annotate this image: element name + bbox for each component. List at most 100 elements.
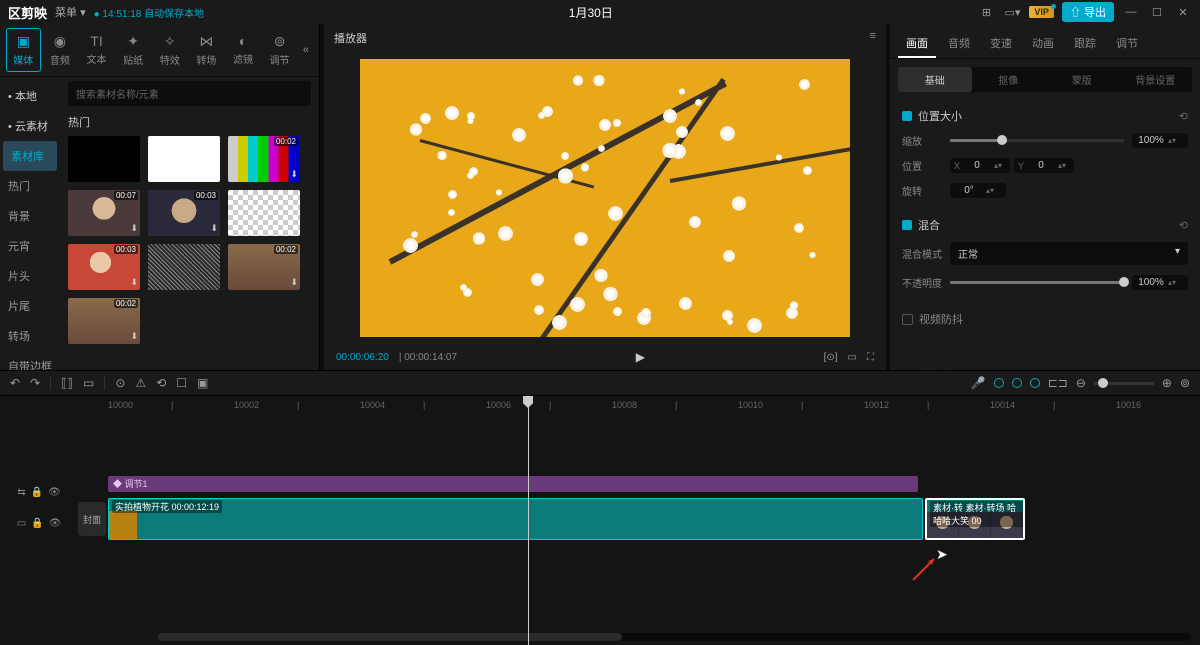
media-thumb-person5[interactable]: 00:02⬇ (68, 298, 140, 344)
scale-slider[interactable] (950, 139, 1124, 142)
media-thumb-transparent[interactable] (228, 190, 300, 236)
sidebar-item[interactable]: 元宵 (0, 231, 60, 261)
denoise-checkbox[interactable] (902, 370, 913, 371)
track-eye-icon[interactable]: 👁 (49, 518, 62, 529)
toolbar-icon[interactable]: ▭ (83, 376, 94, 390)
toolbar-icon[interactable]: ↶ (10, 376, 20, 390)
cover-button[interactable]: 封面 (78, 502, 106, 536)
sub-tab[interactable]: 抠像 (972, 67, 1046, 92)
sidebar-item[interactable]: • 云素材 (0, 111, 60, 141)
prop-tab[interactable]: 画面 (898, 30, 936, 58)
toolbar-icon[interactable]: ☐ (176, 376, 187, 390)
prop-tab[interactable]: 跟踪 (1066, 30, 1104, 58)
toolbar-icon[interactable]: ⚠ (135, 376, 146, 390)
vip-badge[interactable]: VIP (1029, 6, 1054, 18)
track-toggle-icon[interactable]: ⇆ (17, 487, 25, 498)
top-tab-transition[interactable]: ⋈转场 (189, 28, 224, 72)
export-button[interactable]: ⇧ 导出 (1062, 2, 1114, 22)
align-icon[interactable]: ⊏⊐ (1048, 376, 1068, 390)
top-tab-effect[interactable]: ✧特效 (152, 28, 187, 72)
rotation-input[interactable]: ▴▾ (950, 183, 1006, 198)
prop-tab[interactable]: 音频 (940, 30, 978, 58)
sidebar-item[interactable]: 背景 (0, 201, 60, 231)
pos-y-input[interactable]: Y▴▾ (1014, 158, 1074, 173)
playhead[interactable] (528, 396, 529, 645)
sidebar-item[interactable]: 片尾 (0, 291, 60, 321)
adjustment-clip[interactable]: ◆ 调节1 (108, 476, 918, 492)
sidebar-item[interactable]: 片头 (0, 261, 60, 291)
video-clip-main[interactable]: 实拍植物开花 00:00:12:19 (108, 498, 923, 540)
top-tab-filter[interactable]: ◐滤镜 (226, 28, 261, 72)
scale-input[interactable]: ▴▾ (1132, 133, 1188, 148)
play-button[interactable]: ▶ (636, 350, 645, 364)
stabilize-checkbox[interactable] (902, 314, 913, 325)
sidebar-item[interactable]: 转场 (0, 321, 60, 351)
media-thumb-black-clip[interactable] (68, 136, 140, 182)
toolbar-icon[interactable]: ⊙ (115, 376, 125, 390)
top-tab-adjust[interactable]: ⊚调节 (262, 28, 297, 72)
media-thumb-person4[interactable]: 00:02⬇ (228, 244, 300, 290)
collapse-icon[interactable]: « (299, 40, 313, 60)
search-input[interactable]: 搜索素材名称/元素 (68, 81, 311, 106)
minimize-icon[interactable]: — (1122, 5, 1140, 19)
track-toggle-icon[interactable]: ▭ (17, 518, 26, 529)
layout-icon[interactable]: ⊞ (977, 5, 995, 19)
preview-menu-icon[interactable]: ≡ (870, 30, 876, 46)
media-thumb-laughing[interactable]: 00:03⬇ (148, 190, 220, 236)
reset-icon[interactable]: ⟲ (1179, 110, 1188, 123)
prop-tab[interactable]: 变速 (982, 30, 1020, 58)
marker-icon[interactable] (1030, 378, 1040, 388)
sidebar-item[interactable]: 素材库 (3, 141, 57, 171)
marker-icon[interactable] (994, 378, 1004, 388)
top-tab-text[interactable]: TI文本 (79, 28, 114, 72)
reset-icon[interactable]: ⟲ (1179, 219, 1188, 232)
timeline-toolbar: ↶ ↷ ⟦⟧ ▭ ⊙ ⚠ ⟲ ☐ ▣ 🎤 ⊏⊐ ⊖ ⊕ ⊚ (0, 370, 1200, 396)
sidebar-item[interactable]: 自带边框 (0, 351, 60, 370)
display-icon[interactable]: ▭▾ (1003, 5, 1021, 19)
track-eye-icon[interactable]: 👁 (48, 487, 61, 498)
pos-x-input[interactable]: X▴▾ (950, 158, 1010, 173)
timeline-scrollbar[interactable] (158, 633, 1190, 641)
top-tab-audio[interactable]: ◉音频 (43, 28, 78, 72)
current-time: 00:00:06:20 (336, 352, 389, 363)
blend-mode-select[interactable]: 正常▾ (950, 242, 1188, 265)
annotation-arrow (910, 553, 940, 583)
preview-viewport[interactable] (360, 59, 850, 337)
toolbar-icon[interactable]: ↷ (30, 376, 40, 390)
opacity-slider[interactable] (950, 281, 1124, 284)
zoom-in-icon[interactable]: ⊕ (1162, 376, 1172, 390)
opacity-input[interactable]: ▴▾ (1132, 275, 1188, 290)
sub-tab[interactable]: 背景设置 (1119, 67, 1193, 92)
track-lock-icon[interactable]: 🔒 (31, 487, 43, 498)
toolbar-icon[interactable]: ⟦⟧ (61, 376, 73, 390)
compare-icon[interactable]: [⊙] (824, 352, 838, 363)
prop-tab[interactable]: 调节 (1108, 30, 1146, 58)
zoom-slider[interactable] (1094, 382, 1154, 385)
track-lock-icon[interactable]: 🔒 (31, 518, 43, 529)
sub-tab[interactable]: 基础 (898, 67, 972, 92)
media-thumb-white-clip[interactable] (148, 136, 220, 182)
fullscreen-icon[interactable]: ⛶ (867, 352, 874, 363)
toolbar-icon[interactable]: ⟲ (156, 376, 166, 390)
mic-icon[interactable]: 🎤 (971, 376, 986, 390)
zoom-out-icon[interactable]: ⊖ (1076, 376, 1086, 390)
toolbar-icon[interactable]: ▣ (197, 376, 208, 390)
top-tab-media[interactable]: ▣媒体 (6, 28, 41, 72)
menu-dropdown[interactable]: 菜单 ▾ (55, 4, 86, 20)
marker-icon[interactable] (1012, 378, 1022, 388)
sidebar-item[interactable]: • 本地 (0, 81, 60, 111)
top-tab-sticker[interactable]: ✦贴纸 (116, 28, 151, 72)
maximize-icon[interactable]: ☐ (1148, 5, 1166, 19)
media-thumb-person1[interactable]: 00:07⬇ (68, 190, 140, 236)
fit-icon[interactable]: ⊚ (1180, 376, 1190, 390)
media-thumb-noise[interactable] (148, 244, 220, 290)
media-thumb-colorbars[interactable]: 00:02⬇ (228, 136, 300, 182)
ratio-icon[interactable]: ▭ (848, 352, 857, 363)
close-icon[interactable]: ✕ (1174, 5, 1192, 19)
sub-tab[interactable]: 蒙版 (1045, 67, 1119, 92)
prop-tab[interactable]: 动画 (1024, 30, 1062, 58)
sidebar-item[interactable]: 热门 (0, 171, 60, 201)
video-clip-second[interactable]: 素材·转 素材·转场 哈哈哈大笑 00 (925, 498, 1025, 540)
media-thumb-person3[interactable]: 00:03⬇ (68, 244, 140, 290)
time-ruler[interactable]: 10000|10002|10004|10006|10008|10010|1001… (78, 396, 1200, 420)
